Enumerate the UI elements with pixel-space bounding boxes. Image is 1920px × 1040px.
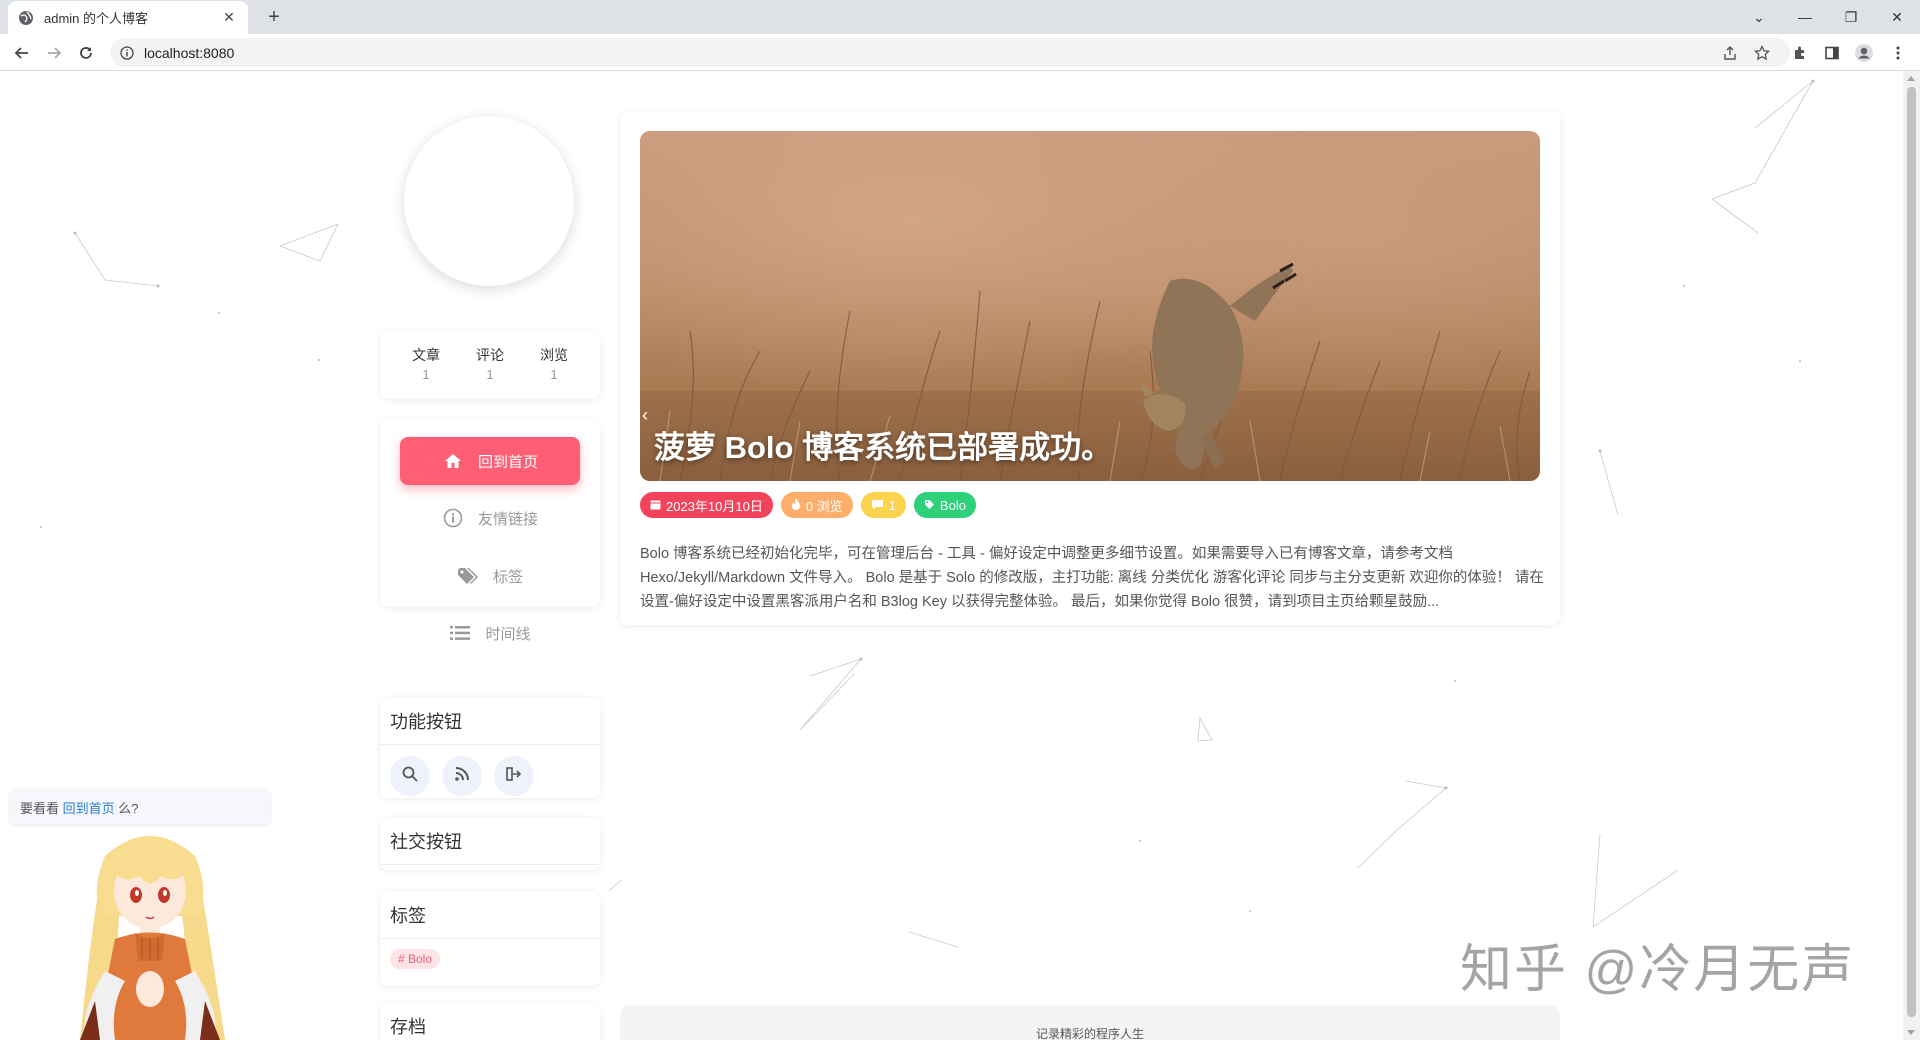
- comments-badge[interactable]: 1: [860, 492, 906, 518]
- archive-card: 存档: [380, 1003, 600, 1040]
- home-icon: [442, 453, 464, 469]
- social-buttons-title: 社交按钮: [380, 818, 600, 865]
- post-title[interactable]: 菠萝 Bolo 博客系统已部署成功。: [654, 422, 1112, 467]
- search-button[interactable]: [390, 756, 430, 796]
- nav-timeline[interactable]: 时间线: [400, 609, 580, 657]
- url-text: localhost:8080: [144, 44, 235, 61]
- rss-button[interactable]: [442, 756, 482, 796]
- profile-avatar-icon[interactable]: [1850, 39, 1878, 67]
- views-badge: 0 浏览: [780, 492, 853, 518]
- stat-label: 浏览: [540, 347, 568, 363]
- site-info-icon[interactable]: [120, 45, 134, 60]
- site-footer: 记录精彩的程序人生: [620, 1005, 1560, 1040]
- tag-badge[interactable]: Bolo: [913, 492, 976, 518]
- info-icon: [442, 508, 464, 528]
- post-views: 0 浏览: [805, 498, 843, 514]
- rss-icon: [455, 766, 469, 786]
- tag-icon: [924, 498, 935, 513]
- close-window-button[interactable]: ✕: [1874, 0, 1920, 34]
- tab-search-icon[interactable]: ⌄: [1736, 0, 1782, 34]
- nav-label: 回到首页: [477, 453, 538, 471]
- extensions-icon[interactable]: [1786, 39, 1814, 67]
- reload-button[interactable]: [72, 39, 100, 67]
- search-icon: [402, 766, 418, 787]
- mascot-tip-bubble: 要看看 回到首页 么?: [10, 790, 270, 824]
- fire-icon: [791, 497, 801, 513]
- list-icon: [449, 625, 471, 641]
- page-viewport: 文章 1 评论 1 浏览 1 回到首页 友情链接 标签 时间线 功能按钮 社交按…: [0, 71, 1920, 1040]
- post-excerpt: Bolo 博客系统已经初始化完毕，可在管理后台 - 工具 - 偏好设定中调整更多…: [640, 546, 1544, 610]
- stat-articles[interactable]: 文章 1: [409, 345, 443, 399]
- address-bar: localhost:8080: [0, 34, 1920, 71]
- stat-views[interactable]: 浏览 1: [537, 345, 571, 399]
- scroll-down-arrow-icon[interactable]: [1907, 1030, 1915, 1035]
- post-tag: Bolo: [939, 497, 966, 513]
- post-cover-image[interactable]: ‹ 菠萝 Bolo 博客系统已部署成功。: [640, 131, 1540, 481]
- sign-in-icon: [506, 766, 522, 786]
- browser-tab-bar: admin 的个人博客 ✕ + ⌄ — ❐ ✕: [0, 0, 1920, 34]
- nav-home[interactable]: 回到首页: [400, 437, 580, 485]
- function-buttons-title: 功能按钮: [380, 698, 600, 745]
- stat-label: 文章: [412, 347, 440, 363]
- tag-pill[interactable]: # Bolo: [390, 949, 441, 969]
- stats-card: 文章 1 评论 1 浏览 1: [380, 331, 600, 399]
- tags-title: 标签: [380, 892, 600, 939]
- nav-label: 时间线: [485, 625, 531, 643]
- browser-tab[interactable]: admin 的个人博客 ✕: [8, 1, 248, 34]
- scroll-up-arrow-icon[interactable]: [1907, 76, 1915, 81]
- comment-icon: [871, 498, 884, 513]
- post-meta-badges: 2023年10月10日 0 浏览 1 Bolo: [640, 492, 976, 518]
- nav-label: 友情链接: [477, 510, 538, 528]
- stat-value: 1: [486, 367, 494, 382]
- forward-button[interactable]: [40, 39, 68, 67]
- globe-icon: [18, 10, 34, 26]
- url-input[interactable]: localhost:8080: [110, 38, 1790, 67]
- page-scrollbar[interactable]: [1903, 71, 1920, 1040]
- post-date: 2023年10月10日: [666, 498, 763, 514]
- chevron-left-icon: ‹: [642, 405, 648, 425]
- close-tab-icon[interactable]: ✕: [220, 9, 238, 26]
- social-buttons-card: 社交按钮: [380, 818, 600, 870]
- tags-card: 标签 # Bolo: [380, 892, 600, 986]
- footer-text: 记录精彩的程序人生: [1035, 1027, 1144, 1040]
- bookmark-star-icon[interactable]: [1748, 39, 1776, 67]
- browser-menu-icon[interactable]: [1884, 39, 1912, 67]
- tab-title: admin 的个人博客: [44, 11, 149, 26]
- back-button[interactable]: [8, 39, 36, 67]
- function-buttons-card: 功能按钮: [380, 698, 600, 798]
- login-button[interactable]: [494, 756, 534, 796]
- stat-value: 1: [422, 367, 430, 382]
- tip-home-link[interactable]: 回到首页: [63, 801, 115, 816]
- tags-icon: [457, 567, 479, 585]
- nav-tags[interactable]: 标签: [400, 552, 580, 600]
- sidebar-nav: 回到首页 友情链接 标签 时间线: [380, 419, 600, 643]
- scrollbar-thumb[interactable]: [1907, 87, 1916, 1017]
- new-tab-button[interactable]: +: [260, 4, 288, 30]
- zhihu-watermark: 知乎 @冷月无声: [1460, 941, 1856, 999]
- post-card: ‹ 菠萝 Bolo 博客系统已部署成功。 2023年10月10日 0 浏览 1 …: [620, 111, 1560, 625]
- tip-suffix: 么?: [118, 801, 139, 816]
- post-comments: 1: [888, 497, 896, 513]
- calendar-icon: [650, 498, 661, 513]
- stat-comments[interactable]: 评论 1: [473, 345, 507, 399]
- archive-title: 存档: [390, 1017, 426, 1037]
- stat-value: 1: [550, 367, 558, 382]
- minimize-button[interactable]: —: [1782, 0, 1828, 34]
- avatar[interactable]: [404, 116, 574, 286]
- share-icon[interactable]: [1716, 39, 1744, 67]
- date-badge: 2023年10月10日: [640, 492, 773, 518]
- restore-button[interactable]: ❐: [1828, 0, 1874, 34]
- stat-label: 评论: [476, 347, 504, 363]
- tip-prefix: 要看看: [20, 801, 60, 816]
- side-panel-icon[interactable]: [1818, 39, 1846, 67]
- nav-label: 标签: [492, 568, 523, 586]
- nav-friend-links[interactable]: 友情链接: [400, 494, 580, 542]
- live2d-mascot-illustration[interactable]: [60, 821, 240, 1040]
